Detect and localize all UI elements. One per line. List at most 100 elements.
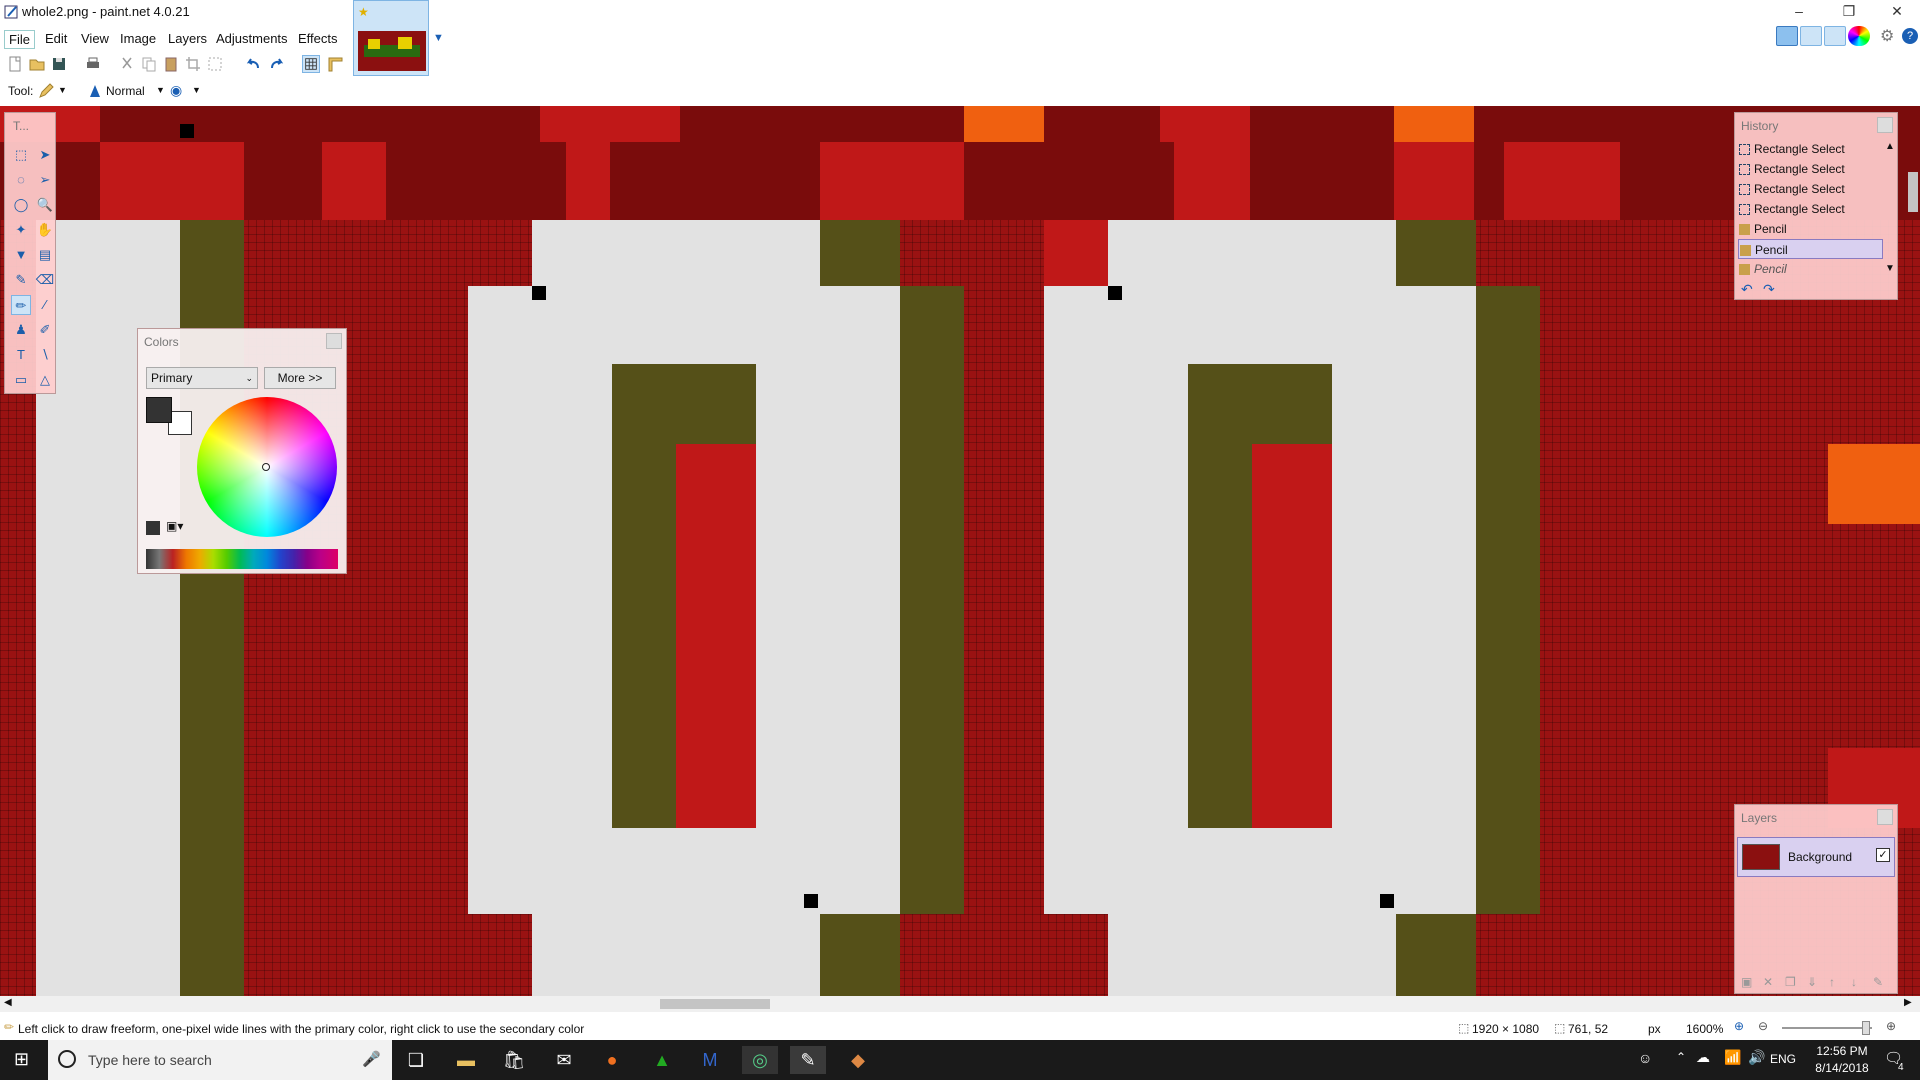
merge-down-icon[interactable]: ⇓ — [1807, 975, 1817, 989]
print-icon[interactable] — [84, 55, 102, 73]
redo-icon[interactable]: ↷ — [1763, 281, 1775, 298]
history-item-redo[interactable]: Pencil — [1738, 259, 1883, 279]
menu-adjustments[interactable]: Adjustments — [216, 31, 288, 46]
chevron-down-icon[interactable]: ▼ — [192, 85, 201, 95]
clock-date[interactable]: 8/14/2018 — [1812, 1061, 1872, 1075]
deselect-icon[interactable] — [206, 55, 224, 73]
add-layer-icon[interactable]: ▣ — [1741, 975, 1752, 989]
paintbrush-icon[interactable]: ✎ — [11, 270, 31, 290]
app-icon-green[interactable]: ▲ — [644, 1046, 680, 1074]
pencil-icon[interactable] — [38, 83, 54, 99]
wifi-icon[interactable]: 📶 — [1724, 1049, 1741, 1066]
units-select[interactable]: px — [1648, 1022, 1661, 1036]
color-palette-strip[interactable] — [146, 549, 338, 569]
save-icon[interactable] — [50, 55, 68, 73]
store-icon[interactable]: 🛍 — [496, 1046, 532, 1074]
close-button[interactable]: ✕ — [1874, 0, 1920, 22]
palette-black-swatch[interactable] — [146, 521, 160, 535]
paint-bucket-icon[interactable]: ▼ — [11, 245, 31, 265]
copy-icon[interactable] — [140, 55, 158, 73]
file-explorer-icon[interactable]: ▬ — [448, 1046, 484, 1074]
ruler-icon[interactable] — [326, 55, 344, 73]
language-indicator[interactable]: ENG — [1770, 1052, 1796, 1066]
onedrive-icon[interactable]: ☁ — [1696, 1049, 1710, 1066]
app-icon-diamond[interactable]: ◆ — [840, 1046, 876, 1074]
crop-icon[interactable] — [184, 55, 202, 73]
windows-start-icon[interactable]: ⊞ — [14, 1049, 29, 1070]
shapes-icon[interactable]: ▭ — [11, 370, 31, 390]
layers-window-toggle[interactable] — [1824, 26, 1846, 46]
taskbar-search-box[interactable]: Type here to search 🎤 — [48, 1040, 392, 1080]
color-wheel-cursor[interactable] — [262, 463, 270, 471]
volume-icon[interactable]: 🔊 — [1748, 1049, 1765, 1066]
help-icon[interactable]: ? — [1902, 28, 1918, 44]
app-icon-globe[interactable]: ◎ — [742, 1046, 778, 1074]
pencil-icon[interactable]: ✏ — [11, 295, 31, 315]
primary-color-swatch[interactable] — [146, 397, 172, 423]
move-selection-icon[interactable]: ➤ — [35, 145, 55, 165]
menu-file[interactable]: File — [4, 30, 35, 49]
palette-menu-icon[interactable]: ▣▾ — [166, 519, 183, 533]
scroll-left-icon[interactable]: ◀ — [4, 997, 12, 1008]
menu-view[interactable]: View — [81, 31, 109, 46]
zoom-slider-thumb[interactable] — [1862, 1021, 1870, 1035]
paintnet-taskbar-icon[interactable]: ✎ — [790, 1046, 826, 1074]
chevron-down-icon[interactable]: ▼ — [156, 85, 165, 95]
move-pixels-icon[interactable]: ➢ — [35, 170, 55, 190]
text-icon[interactable]: T — [11, 345, 31, 365]
scroll-down-icon[interactable]: ▼ — [1885, 263, 1895, 274]
line-curve-icon[interactable]: ∖ — [35, 345, 55, 365]
antialiasing-icon[interactable]: ◉ — [170, 82, 182, 99]
zoom-icon[interactable]: 🔍 — [35, 195, 55, 215]
color-picker-icon[interactable]: ⁄ — [35, 295, 55, 315]
history-item[interactable]: Rectangle Select — [1738, 179, 1883, 199]
gear-icon[interactable]: ⚙ — [1880, 26, 1894, 46]
microphone-icon[interactable]: 🎤 — [362, 1050, 381, 1068]
undo-icon[interactable] — [244, 55, 262, 73]
tray-chevron-icon[interactable]: ⌃ — [1676, 1050, 1686, 1064]
scroll-right-icon[interactable]: ▶ — [1904, 997, 1912, 1008]
paste-icon[interactable] — [162, 55, 180, 73]
move-up-icon[interactable]: ↑ — [1829, 975, 1835, 989]
layer-row-background[interactable]: Background ✓ — [1737, 837, 1895, 877]
close-icon[interactable] — [326, 333, 342, 349]
blend-mode-select[interactable]: Normal — [106, 84, 145, 98]
app-icon-m[interactable]: M — [692, 1046, 728, 1074]
menu-effects[interactable]: Effects — [298, 31, 338, 46]
close-icon[interactable] — [1877, 809, 1893, 825]
vertical-scrollbar-thumb[interactable] — [1908, 172, 1918, 212]
color-mode-select[interactable]: Primary ⌄ — [146, 367, 258, 389]
clock-time[interactable]: 12:56 PM — [1812, 1044, 1872, 1058]
people-icon[interactable]: ☺ — [1638, 1050, 1652, 1066]
image-tab-thumbnail[interactable]: ★ — [353, 0, 429, 76]
duplicate-layer-icon[interactable]: ❐ — [1785, 975, 1796, 989]
horizontal-scrollbar[interactable]: ◀ ▶ — [0, 996, 1920, 1012]
menu-edit[interactable]: Edit — [45, 31, 67, 46]
scroll-up-icon[interactable]: ▲ — [1885, 141, 1895, 152]
zoom-slider[interactable] — [1782, 1027, 1872, 1029]
undo-icon[interactable]: ↶ — [1741, 281, 1753, 298]
menu-layers[interactable]: Layers — [168, 31, 207, 46]
firefox-icon[interactable]: ● — [594, 1046, 630, 1074]
history-item-selected[interactable]: Pencil — [1738, 239, 1883, 259]
tools-window-toggle[interactable] — [1776, 26, 1798, 46]
close-icon[interactable] — [1877, 117, 1893, 133]
zoom-level[interactable]: 1600% — [1686, 1022, 1723, 1036]
mail-icon[interactable]: ✉ — [546, 1046, 582, 1074]
history-item[interactable]: Rectangle Select — [1738, 199, 1883, 219]
zoom-fit-icon[interactable]: ⊕ — [1734, 1019, 1744, 1033]
ellipse-select-icon[interactable]: ◯ — [11, 195, 31, 215]
shapes-triangle-icon[interactable]: △ — [35, 370, 55, 390]
open-icon[interactable] — [28, 55, 46, 73]
move-down-icon[interactable]: ↓ — [1851, 975, 1857, 989]
layer-visibility-checkbox[interactable]: ✓ — [1876, 848, 1890, 862]
lasso-icon[interactable]: ◌ — [11, 170, 31, 190]
pan-icon[interactable]: ✋ — [35, 220, 55, 240]
history-item[interactable]: Rectangle Select — [1738, 139, 1883, 159]
new-icon[interactable] — [6, 55, 24, 73]
chevron-down-icon[interactable]: ▼ — [58, 85, 67, 95]
gradient-icon[interactable]: ▤ — [35, 245, 55, 265]
rectangle-select-icon[interactable]: ⬚ — [11, 145, 31, 165]
layer-properties-icon[interactable]: ✎ — [1873, 975, 1883, 989]
zoom-out-icon[interactable]: ⊖ — [1758, 1019, 1768, 1033]
